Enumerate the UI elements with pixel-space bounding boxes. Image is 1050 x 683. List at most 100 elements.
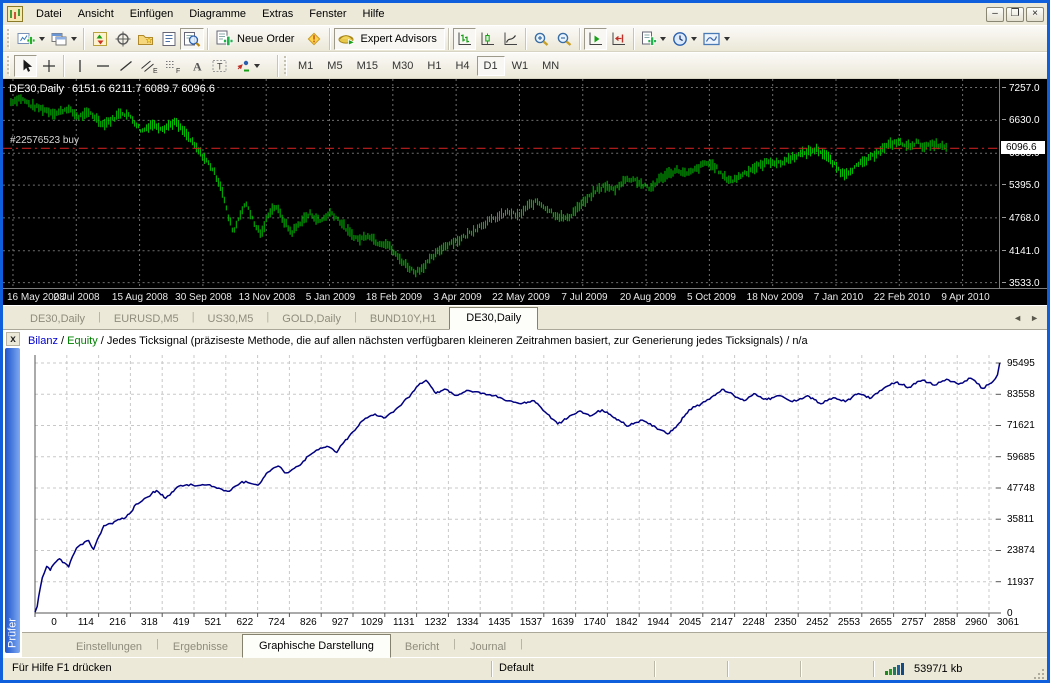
status-bar: Für Hilfe F1 drücken Default 5397/1 kb: [3, 657, 1047, 680]
timeframe-m30[interactable]: M30: [385, 56, 420, 76]
window-controls: – ❐ ×: [986, 7, 1045, 22]
fibonacci-button[interactable]: F: [161, 55, 185, 77]
price-tick-label: 3533.0: [1002, 278, 1040, 289]
auto-scroll-button[interactable]: [584, 28, 607, 50]
chart-shift-button[interactable]: [607, 28, 630, 50]
candlestick-chart-button[interactable]: [476, 28, 499, 50]
chart-profiles-button[interactable]: [48, 28, 80, 50]
arrows-button[interactable]: [232, 55, 263, 77]
timeframe-m5[interactable]: M5: [320, 56, 349, 76]
chart-tab-eurusdm5[interactable]: EURUSD,M5: [101, 309, 192, 329]
tester-close-button[interactable]: x: [6, 332, 20, 346]
restore-button[interactable]: ❐: [1006, 7, 1024, 22]
expert-advisors-button[interactable]: Expert Advisors: [334, 28, 444, 50]
timeframe-w1[interactable]: W1: [505, 56, 536, 76]
tab-scroll-left-icon[interactable]: ◄: [1013, 313, 1022, 323]
new-chart-button[interactable]: [14, 28, 48, 50]
tester-panel-title[interactable]: Prüfer: [5, 348, 20, 653]
horizontal-line-button[interactable]: [91, 55, 114, 77]
connection-bars-icon: [884, 662, 906, 676]
equity-trade-tick-label: 1944: [647, 617, 669, 628]
tester-tab-bericht[interactable]: Bericht: [391, 636, 453, 657]
timeframe-d1[interactable]: D1: [477, 56, 505, 76]
periods-button[interactable]: [669, 28, 700, 50]
price-axis[interactable]: 6096.6 7257.06630.06003.05395.04768.0414…: [999, 79, 1047, 288]
toolbar-separator: [579, 28, 581, 50]
tab-scroll-right-icon[interactable]: ►: [1030, 313, 1039, 323]
tab-scroll-buttons: ◄ ►: [1013, 313, 1039, 323]
equity-trade-tick-label: 724: [268, 617, 285, 628]
zoom-in-button[interactable]: [530, 28, 553, 50]
crosshair-button[interactable]: [37, 55, 60, 77]
equity-trade-tick-label: 1842: [615, 617, 637, 628]
timeframe-mn[interactable]: MN: [535, 56, 566, 76]
terminal-button[interactable]: [157, 28, 180, 50]
indicators-button[interactable]: [638, 28, 669, 50]
toolbar-grip[interactable]: [7, 56, 10, 76]
navigator-button[interactable]: [134, 28, 157, 50]
tester-tab-ergebnisse[interactable]: Ergebnisse: [159, 636, 242, 657]
chart-tab-de30daily[interactable]: DE30,Daily: [17, 309, 98, 329]
equity-value-axis: 9549583558716215968547748358112387411937…: [1003, 351, 1047, 616]
connection-traffic-text: 5397/1 kb: [914, 663, 962, 675]
toolbar-separator: [525, 28, 527, 50]
resize-grip[interactable]: [1033, 668, 1045, 680]
chart-tab-bund10yh1[interactable]: BUND10Y,H1: [357, 309, 449, 329]
equity-trade-tick-label: 419: [173, 617, 190, 628]
menu-extras[interactable]: Extras: [254, 5, 301, 23]
menu-ansicht[interactable]: Ansicht: [70, 5, 122, 23]
status-profile[interactable]: Default: [492, 660, 654, 678]
minimize-button[interactable]: –: [986, 7, 1004, 22]
chart-ohlc-values: 6151.6 6211.7 6089.7 6096.6: [72, 83, 215, 95]
vertical-line-button[interactable]: [68, 55, 91, 77]
templates-button[interactable]: [700, 28, 733, 50]
timeframe-h4[interactable]: H4: [448, 56, 476, 76]
close-button[interactable]: ×: [1026, 7, 1044, 22]
market-watch-button[interactable]: [88, 28, 111, 50]
time-axis[interactable]: 16 May 20082 Jul 200815 Aug 200830 Sep 2…: [3, 288, 1047, 305]
toolbar-separator: [207, 28, 209, 50]
toolbar-grip[interactable]: [7, 29, 10, 49]
new-order-button[interactable]: Neue Order: [212, 28, 302, 50]
strategy-tester-button[interactable]: [180, 28, 204, 50]
chart-tab-us30m5[interactable]: US30,M5: [195, 309, 267, 329]
chart-title: DE30,Daily6151.6 6211.7 6089.7 6096.6: [9, 83, 215, 95]
timeframe-h1[interactable]: H1: [420, 56, 448, 76]
text-button[interactable]: A: [185, 55, 208, 77]
equity-chart-plot[interactable]: 9549583558716215968547748358112387411937…: [22, 351, 1047, 616]
menu-fenster[interactable]: Fenster: [301, 5, 354, 23]
price-chart-plot[interactable]: DE30,Daily6151.6 6211.7 6089.7 6096.6 #2…: [3, 79, 999, 288]
equidistant-channel-button[interactable]: E: [137, 55, 161, 77]
chart-tab-de30daily[interactable]: DE30,Daily: [449, 307, 538, 330]
open-order-label: #22576523 buy: [10, 135, 79, 146]
text-label-button[interactable]: T: [208, 55, 232, 77]
date-tick-label: 9 Apr 2010: [941, 292, 989, 303]
tester-tab-journal[interactable]: Journal: [456, 636, 520, 657]
mt4-window: DateiAnsichtEinfügenDiagrammeExtrasFenst…: [0, 0, 1050, 683]
equity-value-tick-label: 83558: [1007, 389, 1035, 400]
timeframe-m1[interactable]: M1: [291, 56, 320, 76]
price-tick-label: 4141.0: [1002, 246, 1040, 257]
price-tick-label: 7257.0: [1002, 83, 1040, 94]
metaeditor-button[interactable]: [302, 28, 326, 50]
data-window-button[interactable]: [111, 28, 134, 50]
tester-tab-graphischedarstellung[interactable]: Graphische Darstellung: [242, 634, 391, 658]
trendline-button[interactable]: [114, 55, 137, 77]
toolbar-grip[interactable]: [284, 56, 287, 76]
arrows-caret-icon: [254, 64, 260, 68]
zoom-out-button[interactable]: [553, 28, 576, 50]
bar-chart-button[interactable]: [453, 28, 476, 50]
toolbar-standard: Neue Order Expert Advisors: [3, 25, 1047, 52]
equity-trade-tick-label: 2757: [901, 617, 923, 628]
tester-tab-einstellungen[interactable]: Einstellungen: [62, 636, 156, 657]
menu-einfgen[interactable]: Einfügen: [122, 5, 181, 23]
date-tick-label: 5 Oct 2009: [687, 292, 736, 303]
timeframe-m15[interactable]: M15: [350, 56, 385, 76]
cursor-button[interactable]: [14, 55, 37, 77]
date-tick-label: 18 Feb 2009: [366, 292, 422, 303]
chart-tab-golddaily[interactable]: GOLD,Daily: [269, 309, 354, 329]
menu-diagramme[interactable]: Diagramme: [181, 5, 254, 23]
menu-datei[interactable]: Datei: [28, 5, 70, 23]
menu-hilfe[interactable]: Hilfe: [355, 5, 393, 23]
line-chart-button[interactable]: [499, 28, 522, 50]
